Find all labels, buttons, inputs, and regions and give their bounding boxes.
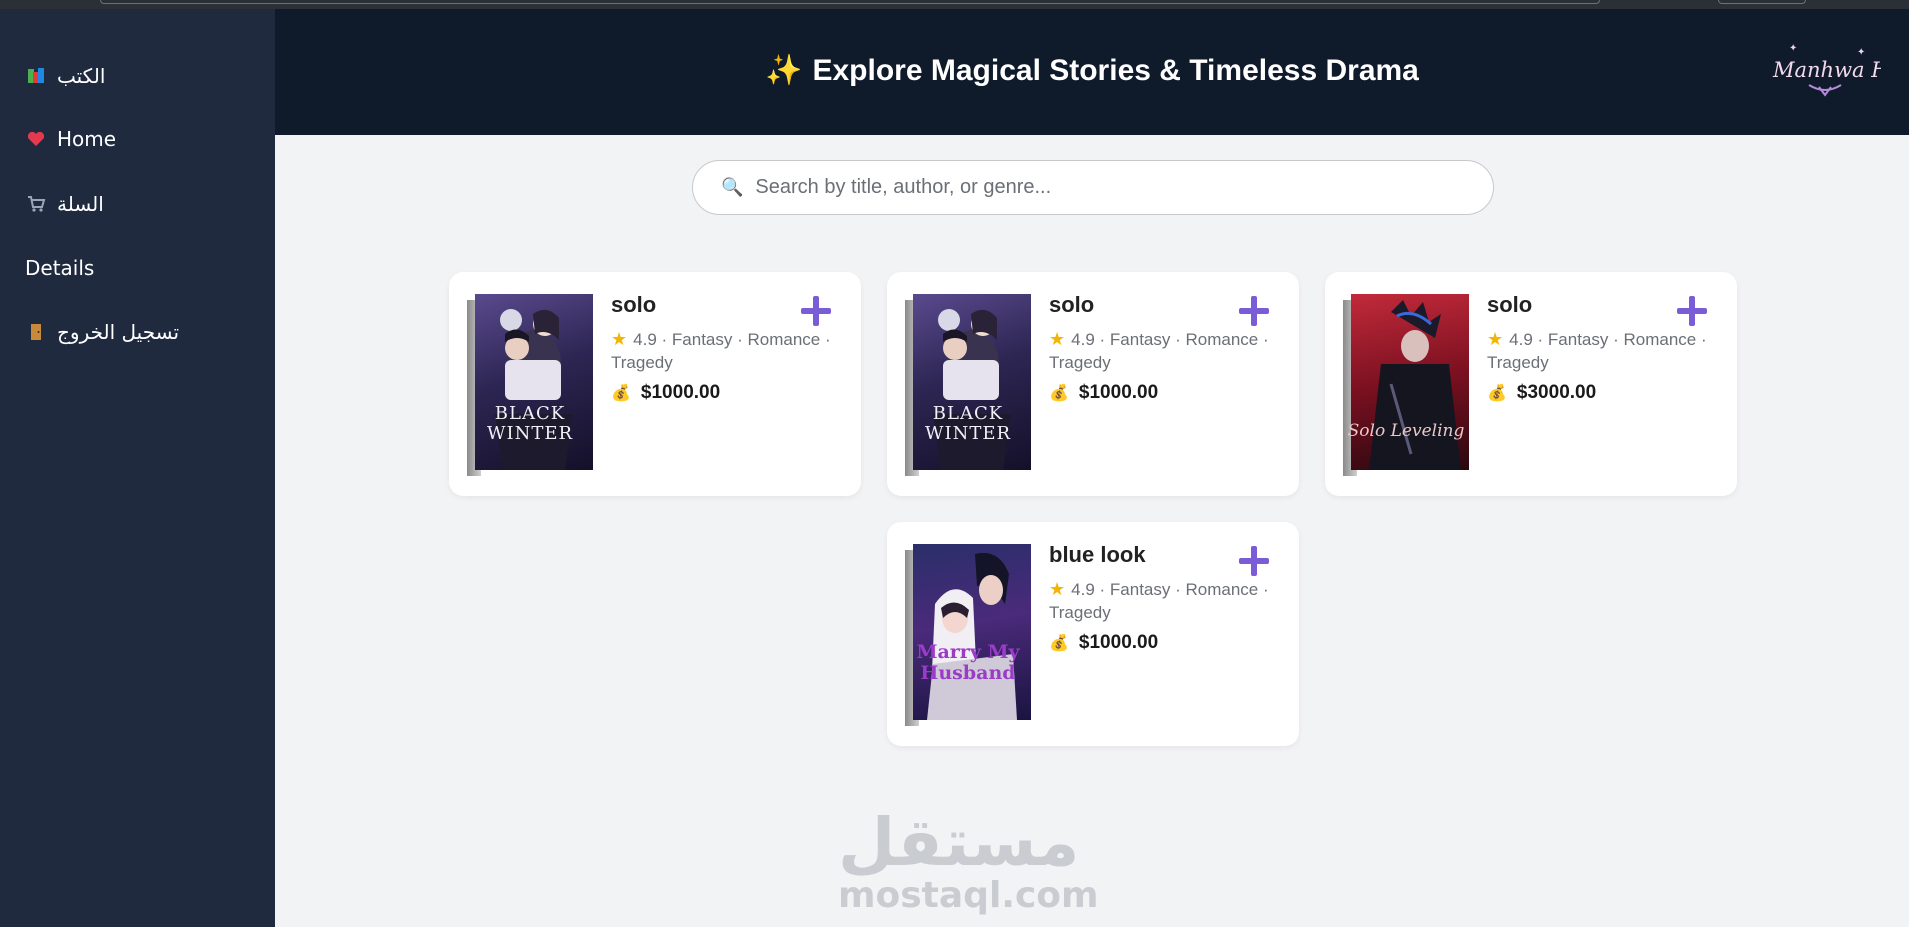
book-title: solo [1049, 292, 1095, 317]
money-bag-icon: 💰 [611, 385, 631, 402]
book-cover: BLACK WINTER [905, 294, 1031, 476]
money-bag-icon: 💰 [1487, 385, 1507, 402]
add-to-cart-button[interactable] [1239, 296, 1269, 326]
book-cover: BLACK WINTER [467, 294, 593, 476]
sidebar-item-books[interactable]: الكتب [25, 61, 105, 91]
star-icon: ★ [1049, 579, 1066, 599]
svg-text:✦: ✦ [1857, 47, 1865, 58]
star-icon: ★ [1487, 329, 1504, 349]
rating: 4.9 [1071, 580, 1095, 599]
book-meta: ★ 4.9 · Fantasy · Romance · Tragedy [1049, 578, 1279, 624]
sidebar-item-label: السلة [57, 192, 104, 216]
book-card[interactable]: BLACK WINTER solo ★ 4.9 · Fantasy · Roman… [449, 272, 861, 496]
browser-chrome-edge [0, 0, 1909, 9]
book-title: blue look [1049, 542, 1146, 567]
sidebar-item-label: الكتب [57, 64, 106, 88]
rating: 4.9 [633, 330, 657, 349]
book-cover: Marry My Husband [905, 544, 1031, 726]
sidebar-item-label: Home [57, 127, 117, 151]
add-to-cart-button[interactable] [1239, 546, 1269, 576]
page-header: ✨ Explore Magical Stories & Timeless Dram… [275, 9, 1909, 135]
door-icon [25, 321, 47, 343]
books-icon [25, 65, 47, 87]
money-bag-icon: 💰 [1049, 385, 1069, 402]
search-input[interactable] [755, 176, 1436, 199]
cover-title: BLACK WINTER [486, 403, 574, 444]
watermark-arabic: مستقل [838, 804, 1080, 881]
search-icon: 🔍 [721, 177, 744, 198]
address-bar-edge[interactable] [100, 0, 1600, 4]
svg-text:Manhwa Haven: Manhwa Haven [1772, 58, 1881, 82]
watermark-latin: mostaql.com [838, 875, 1099, 916]
star-icon: ★ [1049, 329, 1066, 349]
money-bag-icon: 💰 [1049, 635, 1069, 652]
add-to-cart-button[interactable] [1677, 296, 1707, 326]
sidebar-item-label: تسجيل الخروج [57, 320, 180, 344]
book-price: 💰 $1000.00 [1049, 632, 1159, 653]
sidebar-item-label: Details [25, 256, 95, 280]
page-title: ✨ Explore Magical Stories & Timeless Dram… [765, 54, 1419, 87]
sidebar: الكتب Home السلة Details تسجيل الخروج [0, 9, 275, 927]
browser-button-edge[interactable] [1718, 0, 1806, 4]
rating: 4.9 [1509, 330, 1533, 349]
sparkles-icon: ✨ [765, 54, 803, 87]
cover-title: Marry My Husband [916, 641, 1020, 684]
star-icon: ★ [611, 329, 628, 349]
cart-icon [25, 193, 47, 215]
book-card[interactable]: BLACK WINTER solo ★ 4.9 · Fantasy · Roman… [887, 272, 1299, 496]
book-title: solo [1487, 292, 1533, 317]
book-card[interactable]: Solo Leveling solo ★ 4.9 · Fantasy · Roma… [1325, 272, 1737, 496]
book-card[interactable]: Marry My Husband blue look ★ 4.9 · Fantas… [887, 522, 1299, 746]
book-meta: ★ 4.9 · Fantasy · Romance · Tragedy [611, 328, 841, 374]
rating: 4.9 [1071, 330, 1095, 349]
sidebar-item-cart[interactable]: السلة [25, 189, 104, 219]
svg-text:✦: ✦ [1789, 43, 1797, 54]
book-price: 💰 $1000.00 [1049, 382, 1159, 403]
sidebar-item-home[interactable]: Home [25, 124, 116, 154]
cover-title: BLACK WINTER [924, 403, 1012, 444]
book-price: 💰 $1000.00 [611, 382, 721, 403]
book-meta: ★ 4.9 · Fantasy · Romance · Tragedy [1487, 328, 1717, 374]
add-to-cart-button[interactable] [801, 296, 831, 326]
heart-icon [25, 128, 47, 150]
book-title: solo [611, 292, 657, 317]
sidebar-item-logout[interactable]: تسجيل الخروج [25, 317, 179, 347]
brand-logo[interactable]: Manhwa Haven ✦ ✦ [1769, 37, 1909, 105]
search-bar[interactable]: 🔍 [692, 160, 1494, 215]
watermark: مستقل mostaql.com [838, 804, 1099, 916]
book-price: 💰 $3000.00 [1487, 382, 1597, 403]
book-cover: Solo Leveling [1343, 294, 1469, 476]
book-meta: ★ 4.9 · Fantasy · Romance · Tragedy [1049, 328, 1279, 374]
sidebar-item-details[interactable]: Details [25, 253, 94, 283]
cover-title: Solo Leveling [1347, 421, 1465, 441]
